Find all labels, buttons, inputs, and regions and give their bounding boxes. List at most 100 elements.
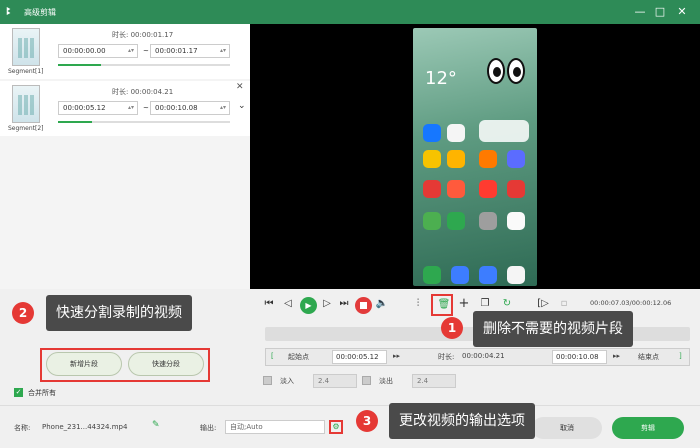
clip-button[interactable]: 剪辑 <box>612 417 684 439</box>
merge-all-label: 合并所有 <box>28 389 56 397</box>
merge-all-checkbox[interactable]: ✓ <box>14 388 23 397</box>
set-end-icon[interactable]: ▸▸ <box>613 352 620 360</box>
output-label: 输出: <box>200 424 217 432</box>
name-label: 名称: <box>14 424 31 432</box>
maximize-button[interactable]: □ <box>652 4 668 20</box>
callout-number: 3 <box>356 410 378 432</box>
widget-card <box>479 120 529 142</box>
app-icon <box>507 150 525 168</box>
fade-in-label: 淡入 <box>280 377 294 385</box>
app-icon <box>479 212 497 230</box>
fade-out-label: 淡出 <box>379 377 393 385</box>
app-icon <box>447 180 465 198</box>
spinner-icon[interactable]: ▴▾ <box>220 45 226 57</box>
trim-row: [ 起始点 00:00:05.12 ▸▸ 时长: 00:00:04.21 00:… <box>265 348 690 366</box>
segment-start-input[interactable]: 00:00:00.00 ▴▾ <box>58 44 138 58</box>
segment-close-icon[interactable]: ✕ <box>236 82 244 92</box>
time-readout: 00:00:07.03/00:00:12.06 <box>590 299 672 307</box>
volume-icon[interactable]: 🔈 <box>375 297 389 311</box>
trim-duration-value: 00:00:04.21 <box>462 352 505 360</box>
app-icon <box>447 124 465 142</box>
set-start-icon[interactable]: ▸▸ <box>393 352 400 360</box>
app-icon <box>423 150 441 168</box>
phone-clock: 12° <box>425 68 457 89</box>
segment-start-input[interactable]: 00:00:05.12 ▴▾ <box>58 101 138 115</box>
message-dock-icon <box>451 266 469 284</box>
new-segment-button[interactable]: 新增片段 <box>46 352 122 376</box>
segment-label: Segment[1] <box>8 68 44 75</box>
sticker-eye-icon <box>487 58 505 84</box>
bracket-left-icon: [ <box>271 352 274 360</box>
skip-to-end-icon[interactable]: ⏭ <box>337 297 351 311</box>
phone-screen-frame: 12° <box>413 28 537 286</box>
end-point-label: 结束点 <box>638 353 659 361</box>
segment-item[interactable]: Segment[2] 时长: 00:00:04.21 ✕ 00:00:05.12… <box>0 81 250 136</box>
minimize-button[interactable]: — <box>632 4 648 20</box>
trim-end-input[interactable]: 00:00:10.08 <box>552 350 607 364</box>
spinner-icon[interactable]: ▴▾ <box>220 102 226 114</box>
trim-start-input[interactable]: 00:00:05.12 <box>332 350 387 364</box>
mark-out-icon[interactable]: ▫ <box>557 297 571 311</box>
segment-duration: 时长: 00:00:04.21 <box>112 88 174 96</box>
app-logo-icon: ꔪ <box>6 5 12 18</box>
app-icon <box>507 212 525 230</box>
callout-number: 1 <box>441 317 463 339</box>
mark-in-icon[interactable]: [▷ <box>536 297 550 311</box>
copy-icon[interactable]: ❐ <box>478 297 492 311</box>
callout-number: 2 <box>12 302 34 324</box>
edit-icon[interactable]: ✎ <box>152 420 160 430</box>
highlight-box <box>431 294 453 316</box>
segment-end-input[interactable]: 00:00:01.17 ▴▾ <box>150 44 230 58</box>
stop-button[interactable] <box>355 297 372 314</box>
callout-text: 快速分割录制的视频 <box>46 295 192 331</box>
play-button[interactable]: ▶ <box>300 297 317 314</box>
app-icon <box>423 212 441 230</box>
video-preview[interactable]: 12° <box>250 24 700 289</box>
range-separator: ~ <box>143 104 149 112</box>
close-button[interactable]: ✕ <box>674 4 690 20</box>
sticker-eye-icon <box>507 58 525 84</box>
next-frame-icon[interactable]: ▷ <box>320 297 334 311</box>
chevron-down-icon[interactable]: ⌄ <box>238 101 246 111</box>
file-name: Phone_231...44324.mp4 <box>42 423 128 431</box>
app-icon <box>423 180 441 198</box>
app-icon <box>447 212 465 230</box>
range-separator: ~ <box>143 47 149 55</box>
output-select[interactable]: 自动;Auto <box>225 420 325 434</box>
fade-out-input[interactable]: 2.4 <box>412 374 456 388</box>
window-title: 高级剪辑 <box>24 8 56 17</box>
segment-progress <box>58 121 230 123</box>
segment-progress <box>58 64 230 66</box>
fade-in-input[interactable]: 2.4 <box>313 374 357 388</box>
camera-dock-icon <box>507 266 525 284</box>
segment-progress-fill <box>58 121 92 123</box>
segment-label: Segment[2] <box>8 125 44 132</box>
prev-frame-icon[interactable]: ◁ <box>281 297 295 311</box>
app-icon <box>447 150 465 168</box>
gear-icon[interactable]: ⚙ <box>329 420 343 434</box>
reset-icon[interactable]: ↻ <box>500 297 514 311</box>
segment-thumbnail <box>12 28 40 66</box>
start-point-label: 起始点 <box>288 353 309 361</box>
title-bar: ꔪ 高级剪辑 — □ ✕ <box>0 0 700 24</box>
cancel-button[interactable]: 取消 <box>532 417 602 439</box>
segment-end-input[interactable]: 00:00:10.08 ▴▾ <box>150 101 230 115</box>
add-icon[interactable]: + <box>457 297 471 311</box>
fade-out-checkbox[interactable] <box>362 376 371 385</box>
app-icon <box>507 180 525 198</box>
split-icon[interactable]: ⫶ <box>411 297 425 311</box>
segment-progress-fill <box>58 64 101 66</box>
skip-to-start-icon[interactable]: ⏮ <box>262 297 276 311</box>
spinner-icon[interactable]: ▴▾ <box>128 45 134 57</box>
bracket-right-icon: ] <box>679 352 682 360</box>
app-icon <box>479 150 497 168</box>
quick-split-button[interactable]: 快速分段 <box>128 352 204 376</box>
fade-in-checkbox[interactable] <box>263 376 272 385</box>
spinner-icon[interactable]: ▴▾ <box>128 102 134 114</box>
segment-item[interactable]: Segment[1] 时长: 00:00:01.17 00:00:00.00 ▴▾… <box>0 24 250 79</box>
browser-dock-icon <box>479 266 497 284</box>
callout-text: 删除不需要的视频片段 <box>473 311 633 347</box>
segment-thumbnail <box>12 85 40 123</box>
trim-duration-label: 时长: <box>438 353 455 361</box>
app-icon <box>423 124 441 142</box>
